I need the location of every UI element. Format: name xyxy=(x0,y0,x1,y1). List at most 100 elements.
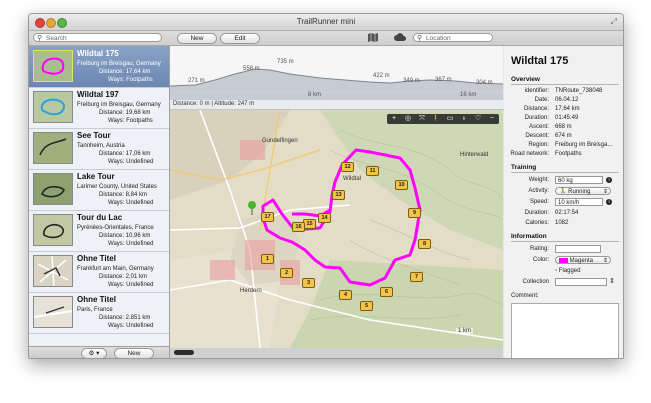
tour-distance: Distance: 8,84 km xyxy=(99,192,148,198)
waypoint-marker[interactable]: 5 xyxy=(360,301,373,311)
waypoint-marker[interactable]: 14 xyxy=(318,213,331,223)
tour-item-3[interactable]: See Tour Tannheim, Austria Distance: 17,… xyxy=(29,128,169,170)
comment-label: Comment: xyxy=(511,293,539,299)
activity-popup[interactable]: 🏃 Running ⇕ xyxy=(555,187,611,195)
search-icon: ⚲ xyxy=(417,35,423,42)
collection-field[interactable] xyxy=(555,278,607,286)
rating-label: Rating: xyxy=(529,246,549,252)
cup-icon[interactable]: ♡ xyxy=(471,114,485,124)
waypoint-marker[interactable]: 10 xyxy=(395,180,408,190)
waypoint-marker[interactable]: 3 xyxy=(302,278,315,288)
tour-thumbnail xyxy=(33,255,73,287)
map-view[interactable]: Gundelfingen Wildtal Herdern Hinterwald … xyxy=(170,110,503,348)
tour-ways: Ways: Footpaths xyxy=(108,77,153,83)
waypoint-marker[interactable]: 13 xyxy=(332,190,345,200)
flagged-checkbox[interactable]: ▫ Flagged xyxy=(555,268,580,274)
search-field[interactable]: ⚲ Search xyxy=(33,33,162,42)
elevation-profile[interactable]: 271 m 558 m 735 m 422 m 349 m 367 m 304 … xyxy=(169,46,504,101)
waypoint-marker[interactable]: 1 xyxy=(261,254,274,264)
tour-distance: Distance: 2,01 km xyxy=(99,274,148,280)
tour-item-7[interactable]: Ohne Titel Paris, France Distance: 2.851… xyxy=(29,292,169,334)
waypoint-marker[interactable]: 16 xyxy=(292,222,305,232)
tour-distance: Distance: 19,68 km xyxy=(99,110,151,116)
tour-ways: Ways: Undefined xyxy=(108,241,154,247)
gear-icon: ⚙ ▾ xyxy=(88,350,100,357)
comment-field[interactable] xyxy=(511,303,619,358)
location-field[interactable]: ⚲ Location xyxy=(413,33,493,42)
training-duration-label: Duration: xyxy=(524,210,549,216)
gear-menu-button[interactable]: ⚙ ▾ xyxy=(81,348,107,358)
map-place-label: Wildtal xyxy=(343,176,362,182)
waypoint-marker[interactable]: 8 xyxy=(418,239,431,249)
zoom-out-icon[interactable]: − xyxy=(485,114,499,124)
speed-field[interactable]: 10 km/h xyxy=(555,198,603,206)
info-icon[interactable]: i xyxy=(606,177,612,183)
scroller-thumb[interactable] xyxy=(174,350,194,355)
tour-item-2[interactable]: Wildtal 197 Freiburg im Breisgau, German… xyxy=(29,87,169,129)
zoom-in-icon[interactable]: + xyxy=(387,114,401,124)
overview-value: Footpaths xyxy=(555,151,582,157)
waypoint-marker[interactable]: 17 xyxy=(261,212,274,222)
route-mode-icon[interactable]: ♁ xyxy=(457,114,471,124)
section-divider xyxy=(511,172,619,173)
tour-thumbnail xyxy=(33,214,73,246)
waypoint-marker[interactable]: 12 xyxy=(341,162,354,172)
elevation-label: 367 m xyxy=(435,77,452,83)
overview-value: Freiburg im Breisga... xyxy=(555,142,613,148)
overview-value: TNRoute_738048 xyxy=(555,88,603,94)
waypoint-marker[interactable]: 4 xyxy=(339,290,352,300)
walker-icon[interactable]: 🚶 xyxy=(429,114,443,124)
overview-label: identifier: xyxy=(524,88,549,94)
toolbar: ⚲ Search New Edit ⚲ Location xyxy=(29,31,623,46)
tour-distance: Distance: 2.851 km xyxy=(99,315,151,321)
tour-name: Lake Tour xyxy=(77,172,115,181)
waypoint-marker[interactable]: 9 xyxy=(408,208,421,218)
tour-item-5[interactable]: Tour du Lac Pyrénées-Orientales, France … xyxy=(29,210,169,252)
stepper-icon[interactable]: ⇕ xyxy=(609,277,615,285)
tour-distance: Distance: 17,06 km xyxy=(99,151,151,157)
tour-item-6[interactable]: Ohne Titel Frankfurt am Main, Germany Di… xyxy=(29,251,169,293)
color-popup[interactable]: Magenta ⇕ xyxy=(555,256,611,264)
tour-item-1[interactable]: Wildtal 175 Freiburg im Breisgau, German… xyxy=(29,46,169,88)
overview-label: Descent: xyxy=(525,133,549,139)
tour-item-4[interactable]: Lake Tour Larimer County, United States … xyxy=(29,169,169,211)
rating-field[interactable] xyxy=(555,245,601,253)
new-tour-button[interactable]: New xyxy=(177,33,217,44)
car-icon[interactable]: ▭ xyxy=(443,114,457,124)
map-place-label: Hinterwald xyxy=(460,152,489,158)
tour-place: Freiburg im Breisgau, Germany xyxy=(77,102,161,108)
collection-label: Collection xyxy=(522,279,549,285)
section-divider xyxy=(511,84,619,85)
sidebar-new-button[interactable]: New xyxy=(114,348,154,358)
cloud-icon[interactable] xyxy=(394,33,406,43)
map-icon[interactable] xyxy=(368,33,378,44)
overview-value: 01:45:49 xyxy=(555,115,579,121)
calories-value: 1082 xyxy=(555,220,569,226)
waypoint-marker[interactable]: 6 xyxy=(380,287,393,297)
fullscreen-icon[interactable]: ⤢ xyxy=(611,17,617,27)
tour-place: Paris, France xyxy=(77,307,113,313)
calories-label: Calories: xyxy=(525,220,549,226)
map-scroller[interactable] xyxy=(170,348,503,358)
tour-thumbnail xyxy=(33,132,73,164)
tour-name: Ohne Titel xyxy=(77,295,116,304)
map-place-label: Gundelfingen xyxy=(262,138,298,144)
waypoint-marker[interactable]: 11 xyxy=(366,166,379,176)
overview-value: 668 m xyxy=(555,124,572,130)
overview-label: Distance: xyxy=(523,106,549,112)
info-icon[interactable]: i xyxy=(606,199,612,205)
locate-icon[interactable]: ◎ xyxy=(401,114,415,124)
flagged-label: Flagged xyxy=(558,268,581,274)
waypoint-marker[interactable]: 7 xyxy=(410,272,423,282)
position-status: Distance: 0 m | Altitude: 247 m xyxy=(170,100,506,110)
tour-thumbnail xyxy=(33,296,73,328)
overview-label: Road network: xyxy=(510,151,549,157)
weight-field[interactable]: 60 kg xyxy=(555,176,603,184)
tour-name: Wildtal 197 xyxy=(77,90,119,99)
fit-route-icon[interactable]: ⤧ xyxy=(415,114,429,124)
tour-name: Ohne Titel xyxy=(77,254,116,263)
waypoint-marker[interactable]: 2 xyxy=(280,268,293,278)
edit-tour-button[interactable]: Edit xyxy=(220,33,260,44)
elevation-label: 349 m xyxy=(403,78,420,84)
color-label: Color: xyxy=(532,257,549,263)
